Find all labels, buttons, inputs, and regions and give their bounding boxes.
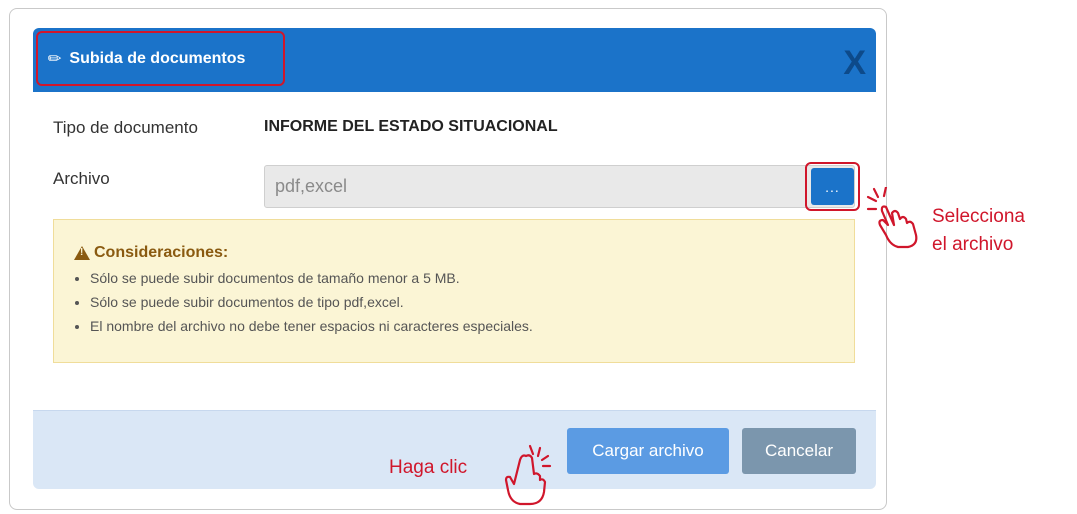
hand-pointer-icon bbox=[866, 187, 918, 249]
considerations-list: Sólo se puede subir documentos de tamaño… bbox=[74, 266, 533, 338]
cancel-button[interactable]: Cancelar bbox=[742, 428, 856, 474]
click-note: Haga clic bbox=[389, 457, 468, 478]
dialog-title-highlight: ✎ Subida de documentos bbox=[36, 31, 285, 86]
list-item: El nombre del archivo no debe tener espa… bbox=[90, 314, 533, 338]
considerations-alert: Consideraciones: Sólo se puede subir doc… bbox=[53, 219, 855, 363]
browse-button[interactable]: ... bbox=[811, 168, 854, 205]
archivo-input[interactable]: pdf,excel bbox=[264, 165, 855, 208]
list-item: Sólo se puede subir documentos de tipo p… bbox=[90, 290, 533, 314]
archivo-label: Archivo bbox=[53, 169, 110, 188]
paperclip-icon: ✎ bbox=[43, 47, 67, 70]
tipo-documento-value: INFORME DEL ESTADO SITUACIONAL bbox=[264, 118, 558, 135]
upload-file-button[interactable]: Cargar archivo bbox=[567, 428, 729, 474]
dialog-title: Subida de documentos bbox=[69, 49, 246, 67]
dialog-header: ✎ Subida de documentos X bbox=[33, 28, 876, 92]
warning-icon bbox=[74, 246, 90, 260]
upload-dialog: ✎ Subida de documentos X Tipo de documen… bbox=[33, 28, 876, 489]
archivo-placeholder: pdf,excel bbox=[275, 176, 348, 196]
browse-button-highlight: ... bbox=[805, 162, 860, 211]
tipo-documento-label: Tipo de documento bbox=[53, 118, 198, 137]
close-button[interactable]: X bbox=[843, 46, 866, 80]
hand-pointer-icon bbox=[504, 444, 552, 506]
list-item: Sólo se puede subir documentos de tamaño… bbox=[90, 266, 533, 290]
considerations-title: Consideraciones: bbox=[74, 244, 228, 262]
select-file-note-line2: el archivo bbox=[932, 234, 1014, 255]
select-file-note-line1: Selecciona bbox=[932, 206, 1025, 227]
considerations-title-text: Consideraciones: bbox=[94, 244, 229, 261]
